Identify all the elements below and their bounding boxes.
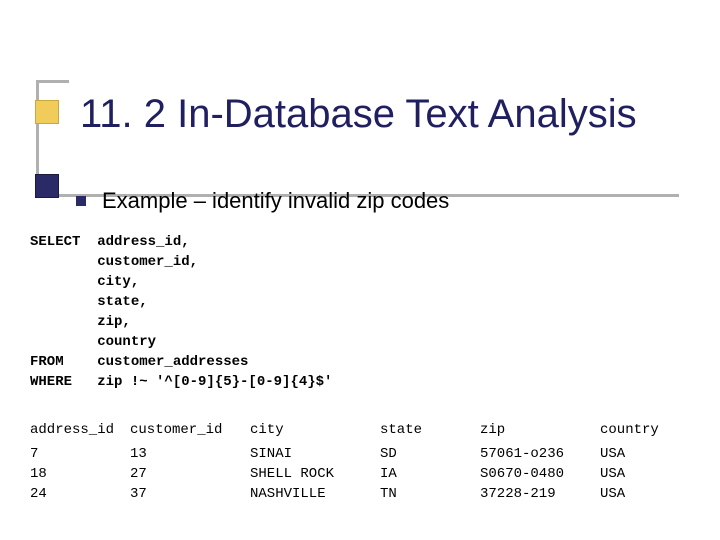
sql-code-block: SELECT address_id, customer_id, city, st… [30, 232, 332, 392]
col-header-zip: zip [480, 420, 600, 444]
slide: 11. 2 In-Database Text Analysis Example … [0, 0, 720, 540]
bullet-square-icon [76, 196, 86, 206]
slide-title: 11. 2 In-Database Text Analysis [80, 92, 637, 137]
table-row: 18 27 SHELL ROCK IA S0670-0480 USA [30, 464, 680, 484]
cell-city: SINAI [250, 444, 380, 464]
table-row: 7 13 SINAI SD 57061-o236 USA [30, 444, 680, 464]
cell-country: USA [600, 444, 680, 464]
cell-city: NASHVILLE [250, 484, 380, 504]
cell-address-id: 24 [30, 484, 130, 504]
cell-zip: 37228-219 [480, 484, 600, 504]
col-header-address-id: address_id [30, 420, 130, 444]
cell-country: USA [600, 484, 680, 504]
sql-line: zip, [30, 314, 131, 330]
bullet-text: Example – identify invalid zip codes [102, 188, 449, 214]
cell-state: TN [380, 484, 480, 504]
table-row: 24 37 NASHVILLE TN 37228-219 USA [30, 484, 680, 504]
cell-state: SD [380, 444, 480, 464]
cell-address-id: 7 [30, 444, 130, 464]
col-header-customer-id: customer_id [130, 420, 250, 444]
sql-line: state, [30, 294, 148, 310]
sql-line: city, [30, 274, 139, 290]
sql-line: country [30, 334, 156, 350]
cell-customer-id: 37 [130, 484, 250, 504]
cell-city: SHELL ROCK [250, 464, 380, 484]
cell-zip: S0670-0480 [480, 464, 600, 484]
col-header-city: city [250, 420, 380, 444]
title-decoration-top [36, 80, 69, 143]
gold-square-icon [36, 101, 58, 123]
sql-line: WHERE zip !~ '^[0-9]{5}-[0-9]{4}$' [30, 374, 332, 390]
sql-line: customer_id, [30, 254, 198, 270]
sql-line: SELECT address_id, [30, 234, 190, 250]
cell-customer-id: 27 [130, 464, 250, 484]
cell-state: IA [380, 464, 480, 484]
cell-customer-id: 13 [130, 444, 250, 464]
cell-address-id: 18 [30, 464, 130, 484]
bullet-item: Example – identify invalid zip codes [76, 188, 449, 214]
sql-line: FROM customer_addresses [30, 354, 248, 370]
table-header-row: address_id customer_id city state zip co… [30, 420, 680, 444]
navy-square-icon [36, 175, 58, 197]
col-header-state: state [380, 420, 480, 444]
col-header-country: country [600, 420, 680, 444]
results-table: address_id customer_id city state zip co… [30, 420, 680, 504]
cell-zip: 57061-o236 [480, 444, 600, 464]
cell-country: USA [600, 464, 680, 484]
